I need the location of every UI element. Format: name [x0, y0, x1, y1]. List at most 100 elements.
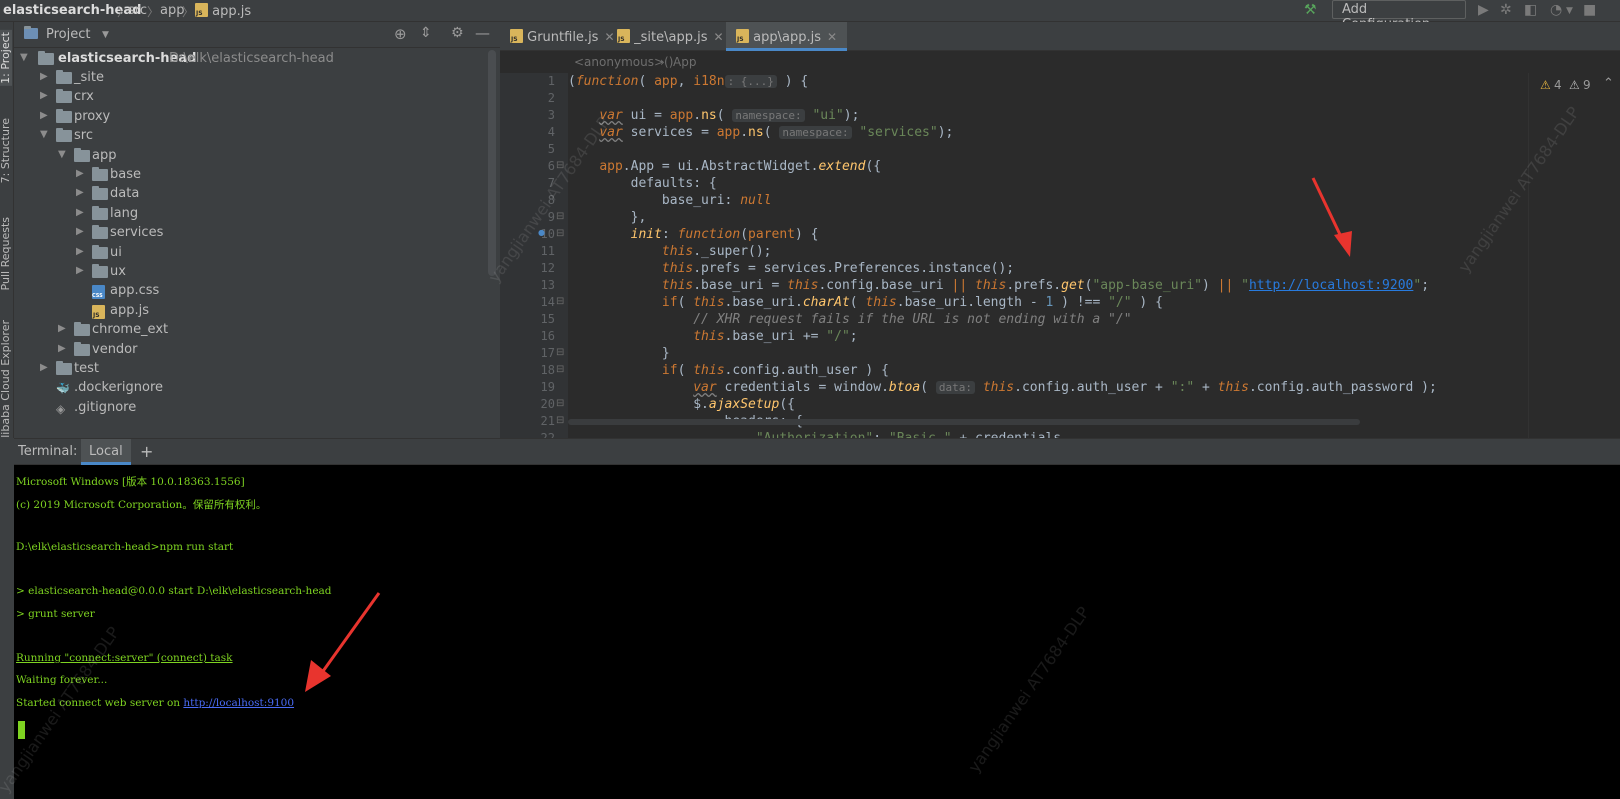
chevron-right-icon[interactable]: ▶	[40, 90, 48, 101]
project-scrollbar[interactable]	[488, 50, 496, 276]
chevron-right-icon[interactable]: ▶	[40, 71, 48, 82]
line-number: 10	[540, 227, 555, 241]
folder-icon	[74, 341, 90, 356]
tree-item[interactable]: ▶ vendor	[14, 340, 484, 360]
tree-item[interactable]: ▶ _site	[14, 68, 484, 88]
fold-icon[interactable]: ⊟	[556, 398, 564, 409]
tree-item[interactable]: ▶ crx	[14, 87, 484, 107]
coverage-icon[interactable]: ◧	[1524, 2, 1537, 18]
minimize-icon[interactable]: —	[475, 24, 490, 42]
build-hammer-icon[interactable]: ⚒	[1304, 2, 1317, 18]
chevron-down-icon[interactable]: ▼	[102, 30, 109, 40]
breadcrumb-file[interactable]: app.js	[195, 3, 251, 19]
project-view-selector[interactable]: Project	[46, 27, 90, 42]
add-configuration-button[interactable]: Add Configuration...	[1332, 0, 1466, 32]
chevron-down-icon[interactable]: ▼	[58, 149, 66, 160]
tool-tab-structure[interactable]: 7: Structure	[0, 118, 12, 183]
chevron-right-icon[interactable]: ▶	[76, 246, 84, 257]
tab-site-app[interactable]: _site\app.js ✕	[607, 22, 734, 51]
breadcrumb-separator: ›	[660, 55, 665, 69]
chevron-down-icon[interactable]: ▼	[1566, 6, 1573, 16]
tree-item[interactable]: ▶ proxy	[14, 107, 484, 127]
fold-icon[interactable]: ⊟	[556, 228, 564, 239]
chevron-right-icon[interactable]: ▶	[76, 168, 84, 179]
code-breadcrumb: <anonymous>() › App	[500, 52, 1620, 73]
fold-icon[interactable]: ⊟	[556, 347, 564, 358]
folder-icon	[74, 322, 90, 337]
tree-item[interactable]: ▶ ux	[14, 262, 484, 282]
chevron-right-icon[interactable]: ▶	[76, 265, 84, 276]
stop-icon[interactable]: ■	[1583, 2, 1596, 18]
tree-item[interactable]: ▶ services	[14, 223, 484, 243]
annotation-arrow	[305, 592, 381, 692]
horizontal-scrollbar[interactable]	[568, 419, 1360, 425]
chevron-right-icon[interactable]: ▶	[76, 207, 84, 218]
gear-icon[interactable]: ⚙	[451, 25, 464, 41]
chevron-right-icon[interactable]: ▶	[40, 362, 48, 373]
chevron-right-icon[interactable]: ▶	[76, 187, 84, 198]
chevron-right-icon[interactable]: ▶	[40, 110, 48, 121]
tool-tab-pull-requests[interactable]: Pull Requests	[0, 217, 12, 290]
tree-item[interactable]: app.css	[14, 281, 484, 301]
terminal-line: Running "connect:server" (connect) task	[16, 652, 233, 664]
code-line: },	[568, 210, 647, 225]
tab-local[interactable]: Local	[81, 439, 131, 465]
close-icon[interactable]: ✕	[714, 30, 724, 44]
tree-item[interactable]: ▶ data	[14, 184, 484, 204]
fold-icon[interactable]: ⊟	[556, 364, 564, 375]
tab-gruntfile[interactable]: Gruntfile.js✕	[500, 22, 625, 51]
line-number: 8	[547, 193, 555, 207]
gitignore-icon: ◈	[56, 401, 66, 416]
warning-icon[interactable]: ⚠	[1540, 78, 1551, 92]
close-icon[interactable]: ✕	[827, 30, 837, 44]
tree-item[interactable]: ▼ app	[14, 146, 484, 166]
fold-icon[interactable]: ⊟	[556, 160, 564, 171]
tree-item[interactable]: ◈ .gitignore	[14, 398, 484, 418]
override-marker-icon[interactable]: ●	[538, 228, 545, 237]
tree-item[interactable]: ▶ chrome_ext	[14, 320, 484, 340]
tool-tab-project[interactable]: 1: Project	[0, 30, 12, 86]
tree-item[interactable]: ▶ ui	[14, 243, 484, 263]
collapse-all-icon[interactable]: ⇕	[420, 25, 432, 41]
tree-item[interactable]: ▼ src	[14, 126, 484, 146]
breadcrumb-src[interactable]: src	[128, 3, 147, 18]
line-number: 14	[540, 295, 555, 309]
js-file-icon	[617, 29, 630, 43]
line-number: 13	[540, 278, 555, 292]
tree-item[interactable]: ▶ lang	[14, 204, 484, 224]
server-link[interactable]: http://localhost:9100	[183, 697, 294, 709]
fold-icon[interactable]: ⊟	[556, 296, 564, 307]
chevron-right-icon[interactable]: ▶	[76, 226, 84, 237]
tree-item-label: ui	[110, 244, 122, 260]
tree-item[interactable]: ▶ base	[14, 165, 484, 185]
code-editor[interactable]: (function( app, i18n: {...} ) { var ui =…	[568, 73, 1528, 438]
tree-item[interactable]: 🐳 .dockerignore	[14, 378, 484, 398]
folder-icon	[92, 205, 108, 220]
chevron-right-icon[interactable]: ▶	[58, 323, 66, 334]
tree-item[interactable]: ▶ test	[14, 359, 484, 379]
docker-icon: 🐳	[56, 382, 70, 396]
fold-icon[interactable]: ⊟	[556, 415, 564, 426]
run-icon[interactable]: ▶	[1478, 2, 1489, 18]
folder-icon	[56, 108, 72, 123]
tree-item[interactable]: app.js	[14, 301, 484, 321]
debug-icon[interactable]: ✲	[1500, 2, 1512, 18]
folder-icon	[92, 225, 108, 240]
locate-target-icon[interactable]: ⊕	[394, 25, 407, 43]
chevron-right-icon[interactable]: ▶	[58, 343, 66, 354]
chevron-down-icon[interactable]: ▼	[40, 129, 48, 140]
profile-icon[interactable]: ◔	[1550, 2, 1562, 18]
chevron-down-icon[interactable]: ▼	[20, 52, 28, 63]
chevron-up-icon[interactable]: ⌃	[1603, 76, 1614, 91]
code-line: base_uri: null	[568, 193, 772, 208]
tool-tab-cloud-explorer[interactable]: Alibaba Cloud Explorer	[0, 320, 12, 445]
tab-app-app[interactable]: app\app.js ✕	[726, 22, 848, 51]
breadcrumb-function[interactable]: <anonymous>()	[574, 55, 673, 69]
breadcrumb-app[interactable]: App	[673, 55, 696, 69]
breadcrumb-app[interactable]: app	[160, 3, 184, 18]
add-terminal-button[interactable]: +	[140, 442, 153, 461]
line-number: 6	[547, 159, 555, 173]
fold-icon[interactable]: ⊟	[556, 211, 564, 222]
terminal-output[interactable]: Microsoft Windows [版本 10.0.18363.1556] (…	[14, 465, 1620, 799]
weak-warning-icon[interactable]: ⚠	[1569, 78, 1580, 92]
